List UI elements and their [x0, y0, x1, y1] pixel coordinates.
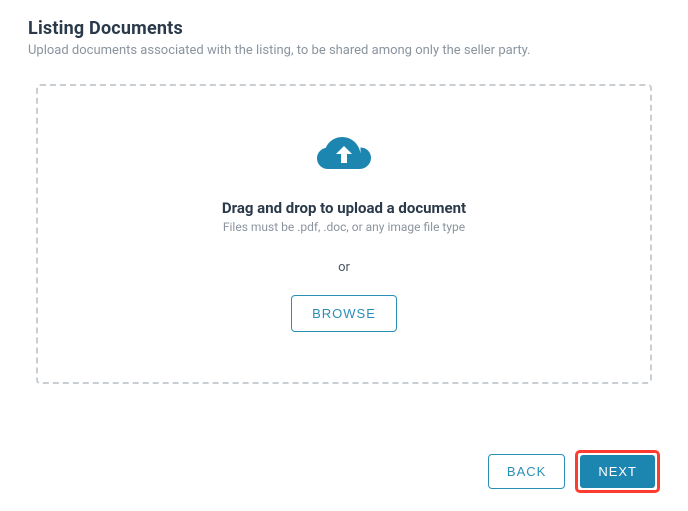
dropzone-or-label: or	[338, 260, 350, 275]
browse-button[interactable]: BROWSE	[291, 295, 397, 332]
cloud-upload-icon	[317, 137, 371, 181]
footer-actions: BACK NEXT	[488, 450, 660, 493]
next-button[interactable]: NEXT	[580, 455, 655, 488]
dropzone-heading: Drag and drop to upload a document	[222, 199, 466, 217]
page-subtitle: Upload documents associated with the lis…	[28, 43, 660, 58]
dropzone-subtext: Files must be .pdf, .doc, or any image f…	[223, 220, 465, 234]
upload-dropzone[interactable]: Drag and drop to upload a document Files…	[36, 84, 652, 384]
next-button-highlight: NEXT	[575, 450, 660, 493]
page-title: Listing Documents	[28, 18, 660, 39]
back-button[interactable]: BACK	[488, 454, 565, 489]
